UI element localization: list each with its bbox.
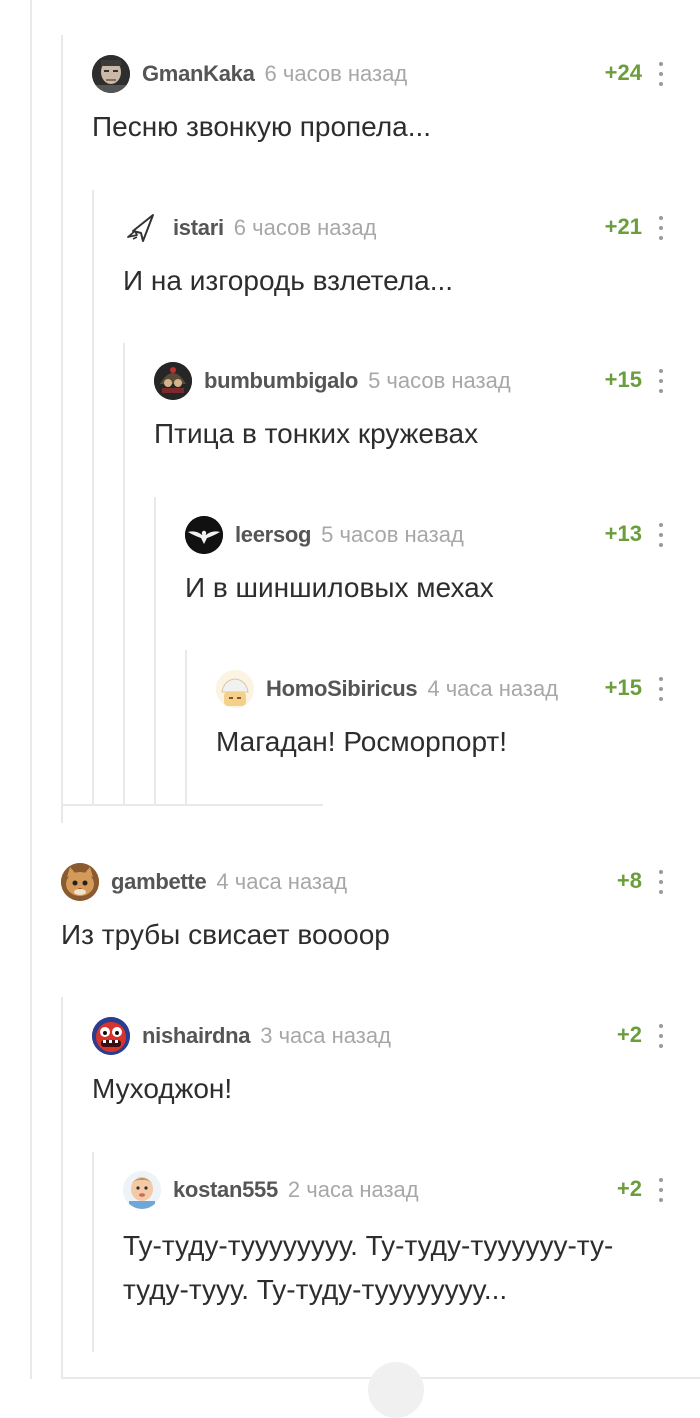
avatar[interactable]	[123, 209, 161, 247]
comment-text: Из трубы свисает воооор	[61, 919, 390, 950]
more-menu-icon[interactable]	[658, 677, 664, 701]
rating: +24	[604, 60, 642, 85]
thread-line	[154, 497, 156, 806]
cartoon-avatar-icon	[216, 670, 254, 708]
comment-text: И в шиншиловых мехах	[185, 572, 494, 603]
thread-line	[92, 1152, 94, 1352]
cat-avatar-icon	[61, 863, 99, 901]
rating: +13	[604, 521, 642, 546]
comment: bumbumbigalo 5 часов назад +15 Птица в т…	[154, 361, 700, 461]
comment: kostan555 2 часа назад +2 Ту-туду-тууууу…	[123, 1170, 700, 1320]
avatar[interactable]	[216, 670, 254, 708]
author-name[interactable]: GmanKaka	[142, 61, 255, 87]
rating: +21	[604, 214, 642, 239]
rating: +2	[616, 1022, 642, 1047]
timestamp[interactable]: 4 часа назад	[216, 869, 347, 895]
more-menu-icon[interactable]	[658, 62, 664, 86]
comment-text: Песню звонкую пропела...	[92, 111, 432, 142]
comment-text: Магадан! Росморпорт!	[216, 726, 508, 757]
face-avatar-icon	[92, 55, 130, 93]
timestamp[interactable]: 5 часов назад	[368, 368, 511, 394]
thread-line	[92, 190, 94, 806]
cursor-avatar-icon	[127, 214, 154, 242]
helmet-avatar-icon	[154, 362, 192, 400]
thread-line	[61, 997, 63, 1379]
avatar[interactable]	[123, 1171, 161, 1209]
eagle-avatar-icon	[185, 516, 223, 554]
timestamp[interactable]: 3 часа назад	[260, 1023, 391, 1049]
comment-text: Птица в тонких кружевах	[154, 418, 479, 449]
timestamp[interactable]: 2 часа назад	[288, 1177, 419, 1203]
more-menu-icon[interactable]	[658, 870, 664, 894]
timestamp[interactable]: 4 часа назад	[427, 676, 558, 702]
author-name[interactable]: HomoSibiricus	[266, 676, 418, 702]
comment-text: Муходжон!	[92, 1073, 233, 1104]
avatar[interactable]	[185, 516, 223, 554]
timestamp[interactable]: 6 часов назад	[265, 61, 408, 87]
timestamp[interactable]: 5 часов назад	[321, 522, 464, 548]
author-name[interactable]: bumbumbigalo	[204, 368, 358, 394]
author-name[interactable]: istari	[173, 215, 224, 241]
author-name[interactable]: leersog	[235, 522, 311, 548]
comment: istari 6 часов назад +21 И на изгородь в…	[123, 208, 700, 308]
thread-line	[30, 0, 32, 1379]
thread-line	[185, 650, 187, 806]
comment: gambette 4 часа назад +8 Из трубы свисае…	[61, 862, 700, 962]
rating: +15	[604, 675, 642, 700]
comment: GmanKaka 6 часов назад +24 Песню звонкую…	[92, 54, 700, 154]
more-menu-icon[interactable]	[658, 1024, 664, 1048]
author-name[interactable]: gambette	[111, 869, 207, 895]
comment: leersog 5 часов назад +13 И в шиншиловых…	[185, 515, 700, 615]
more-menu-icon[interactable]	[658, 369, 664, 393]
thread-line	[123, 343, 125, 806]
baby-avatar-icon	[123, 1171, 161, 1209]
more-menu-icon[interactable]	[658, 216, 664, 240]
timestamp[interactable]: 6 часов назад	[234, 215, 377, 241]
comment: HomoSibiricus 4 часа назад +15 Магадан! …	[216, 669, 700, 769]
monster-avatar-icon	[92, 1017, 130, 1055]
scroll-button[interactable]	[368, 1362, 424, 1418]
more-menu-icon[interactable]	[658, 1178, 664, 1202]
comment: nishairdna 3 часа назад +2 Муходжон!	[92, 1016, 700, 1116]
rating: +2	[616, 1176, 642, 1201]
more-menu-icon[interactable]	[658, 523, 664, 547]
comment-text: И на изгородь взлетела...	[123, 265, 454, 296]
author-name[interactable]: nishairdna	[142, 1023, 251, 1049]
rating: +15	[604, 367, 642, 392]
thread-end-line	[61, 804, 323, 806]
author-name[interactable]: kostan555	[173, 1177, 278, 1203]
avatar[interactable]	[92, 55, 130, 93]
avatar[interactable]	[61, 863, 99, 901]
comment-text: Ту-туду-туууууууу. Ту-туду-туууууу-ту-ту…	[123, 1230, 614, 1305]
thread-line	[61, 35, 63, 823]
rating: +8	[616, 868, 642, 893]
avatar[interactable]	[92, 1017, 130, 1055]
avatar[interactable]	[154, 362, 192, 400]
